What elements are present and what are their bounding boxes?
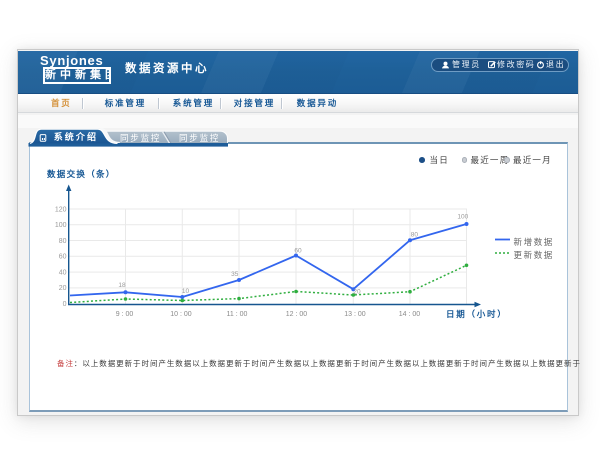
svg-text:40: 40	[59, 269, 67, 276]
svg-text:80: 80	[411, 231, 419, 238]
svg-text:0: 0	[63, 301, 67, 308]
svg-text:80: 80	[59, 238, 67, 245]
svg-text:120: 120	[55, 206, 67, 213]
svg-text:14 : 00: 14 : 00	[399, 311, 421, 318]
svg-text:13 : 00: 13 : 00	[344, 311, 366, 318]
svg-text:9 : 00: 9 : 00	[116, 311, 134, 318]
svg-text:18: 18	[118, 282, 126, 289]
svg-text:10 : 00: 10 : 00	[170, 311, 192, 318]
svg-text:20: 20	[353, 289, 361, 296]
svg-text:20: 20	[59, 285, 67, 292]
svg-text:100: 100	[55, 222, 67, 229]
svg-text:60: 60	[59, 254, 67, 261]
svg-text:35: 35	[231, 271, 239, 278]
svg-text:11 : 00: 11 : 00	[227, 311, 248, 318]
svg-text:100: 100	[457, 214, 468, 221]
svg-text:60: 60	[294, 248, 302, 255]
svg-text:12 : 00: 12 : 00	[286, 311, 308, 318]
svg-text:10: 10	[182, 288, 190, 295]
